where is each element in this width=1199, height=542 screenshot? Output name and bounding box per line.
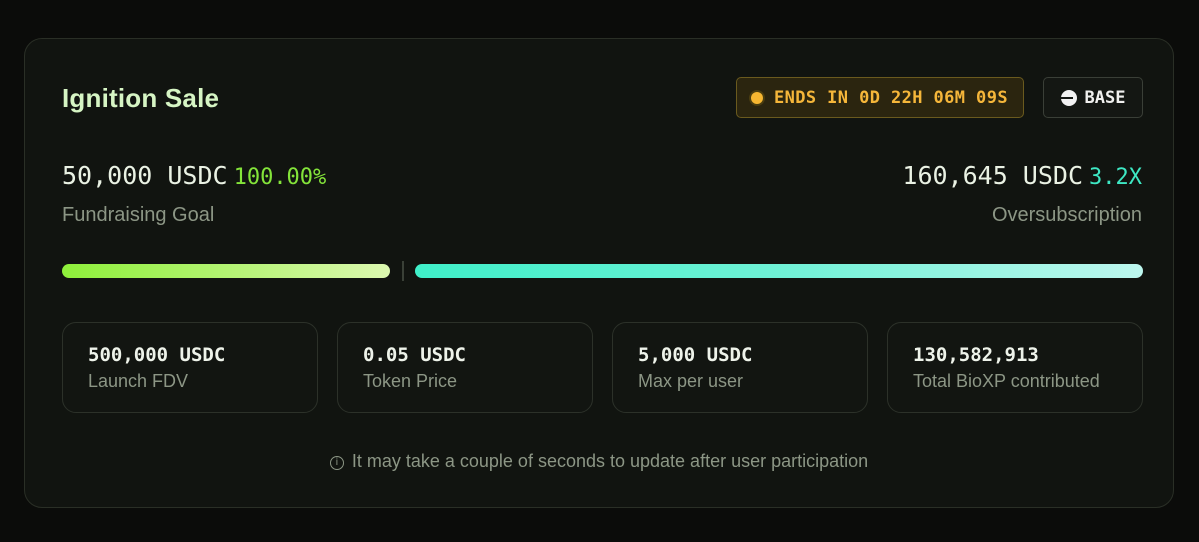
update-note-text: It may take a couple of seconds to updat… bbox=[351, 451, 869, 471]
sale-timer-text: ENDS IN 0D 22H 06M 09S bbox=[774, 87, 1008, 108]
fundraising-percent: 100.00% bbox=[233, 165, 327, 190]
stat-card-total-bioxp: 130,582,913 Total BioXP contributed bbox=[887, 322, 1143, 413]
status-dot-icon bbox=[751, 91, 763, 104]
stat-label: Launch FDV bbox=[88, 371, 189, 391]
network-badge[interactable]: BASE bbox=[1043, 77, 1143, 118]
fundraising-goal-label: Fundraising Goal bbox=[62, 204, 215, 226]
stat-label: Total BioXP contributed bbox=[913, 371, 1100, 391]
info-icon: i bbox=[329, 456, 344, 470]
stat-card-launch-fdv: 500,000 USDC Launch FDV bbox=[62, 322, 318, 413]
base-network-icon bbox=[1060, 89, 1077, 106]
oversubscription-amount: 160,645 USDC bbox=[902, 161, 1084, 190]
stat-value: 0.05 USDC bbox=[363, 344, 466, 366]
oversubscription-amount-row: 160,645 USDC 3.2X bbox=[902, 161, 1142, 190]
fundraising-amount: 50,000 USDC bbox=[62, 161, 228, 190]
stat-card-token-price: 0.05 USDC Token Price bbox=[337, 322, 593, 413]
fundraising-progress-bar bbox=[62, 264, 390, 278]
fundraising-amount-row: 50,000 USDC 100.00% bbox=[62, 161, 326, 190]
ignition-sale-card: Ignition Sale ENDS IN 0D 22H 06M 09S BAS… bbox=[24, 38, 1174, 508]
stat-card-max-per-user: 5,000 USDC Max per user bbox=[612, 322, 868, 413]
oversubscription-multiplier: 3.2X bbox=[1089, 165, 1142, 190]
oversubscription-label: Oversubscription bbox=[991, 204, 1142, 226]
sale-timer-badge: ENDS IN 0D 22H 06M 09S bbox=[736, 77, 1024, 118]
sale-title: Ignition Sale bbox=[62, 83, 220, 113]
stat-value: 130,582,913 bbox=[913, 344, 1039, 366]
oversubscription-progress-bar bbox=[415, 264, 1143, 278]
update-note: i It may take a couple of seconds to upda… bbox=[25, 451, 1173, 472]
network-label: BASE bbox=[1084, 87, 1126, 108]
stat-label: Max per user bbox=[638, 371, 744, 391]
sale-stats: 500,000 USDC Launch FDV 0.05 USDC Token … bbox=[62, 322, 1143, 413]
stat-value: 5,000 USDC bbox=[638, 344, 753, 366]
progress-divider bbox=[402, 261, 404, 281]
stat-label: Token Price bbox=[363, 371, 458, 391]
stat-value: 500,000 USDC bbox=[88, 344, 226, 366]
